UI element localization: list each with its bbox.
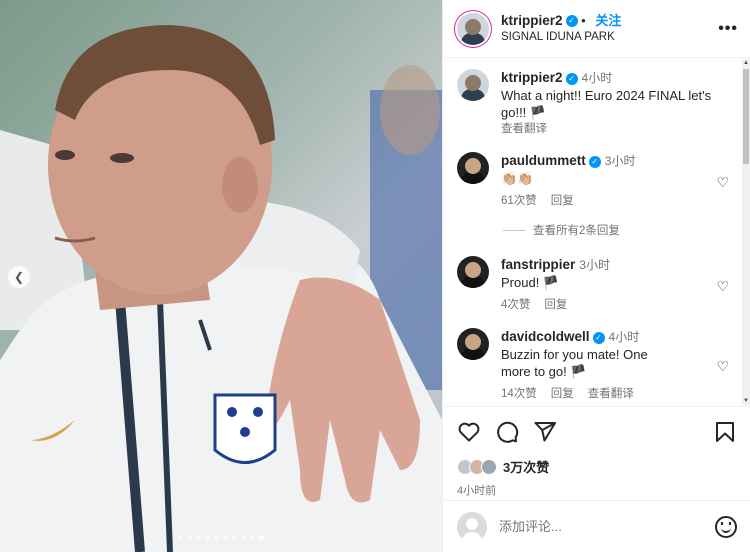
bookmark-icon[interactable] <box>713 420 737 444</box>
view-replies-link[interactable]: 查看所有2条回复 <box>503 222 729 238</box>
post-actions: 3万次赞 4小时前 <box>443 406 750 498</box>
comment-icon[interactable] <box>495 420 519 444</box>
author-avatar[interactable] <box>457 12 489 45</box>
comment-username[interactable]: ktrippier2 <box>501 70 563 85</box>
comment-likes[interactable]: 61次赞 <box>501 193 537 210</box>
comment-text: 👏🏼👏🏼 <box>501 171 534 186</box>
add-comment-bar <box>443 500 750 552</box>
post-location[interactable]: SIGNAL IDUNA PARK <box>501 29 718 45</box>
comments-scrollbar[interactable]: ▲ ▼ <box>742 59 750 405</box>
comment-username[interactable]: davidcoldwell <box>501 329 590 344</box>
share-icon[interactable] <box>533 420 557 444</box>
carousel-dot-active <box>259 535 264 540</box>
player-photo <box>0 25 442 552</box>
avatar[interactable] <box>457 328 489 360</box>
comment-text: What a night!! Euro 2024 FINAL let's go!… <box>501 88 712 120</box>
comment-time[interactable]: 4小时 <box>582 71 613 85</box>
comment-item: fanstrippier 3小时 Proud! 🏴 4次赞 回复 ♡ <box>457 256 729 314</box>
comment-text: Proud! 🏴 <box>501 275 560 290</box>
carousel-dot <box>232 535 237 540</box>
post-detail-panel: ktrippier2 ✓ • 关注 SIGNAL IDUNA PARK ••• k… <box>442 0 750 552</box>
more-options-icon[interactable]: ••• <box>718 20 738 38</box>
likes-summary[interactable]: 3万次赞 <box>457 457 737 476</box>
like-comment-heart-icon[interactable]: ♡ <box>716 174 729 191</box>
translate-link[interactable]: 查看翻译 <box>501 121 729 138</box>
like-comment-heart-icon[interactable]: ♡ <box>716 358 729 375</box>
translate-link[interactable]: 查看翻译 <box>588 386 634 403</box>
verified-badge-icon: ✓ <box>565 15 578 28</box>
post-header: ktrippier2 ✓ • 关注 SIGNAL IDUNA PARK ••• <box>443 0 750 58</box>
like-comment-heart-icon[interactable]: ♡ <box>716 278 729 295</box>
avatar[interactable] <box>457 152 489 184</box>
author-info: ktrippier2 ✓ • 关注 SIGNAL IDUNA PARK <box>501 13 718 45</box>
likes-count[interactable]: 3万次赞 <box>503 457 549 476</box>
scroll-thumb[interactable] <box>743 69 749 164</box>
scroll-down-arrow-icon[interactable]: ▼ <box>742 397 750 405</box>
reply-button[interactable]: 回复 <box>544 297 567 314</box>
comment-time[interactable]: 3小时 <box>605 154 636 168</box>
carousel-dot <box>196 535 201 540</box>
verified-badge-icon: ✓ <box>592 331 605 344</box>
view-replies-label[interactable]: 查看所有2条回复 <box>533 222 620 238</box>
avatar[interactable] <box>457 69 489 101</box>
comment-likes[interactable]: 4次赞 <box>501 297 530 314</box>
emoji-icon[interactable] <box>715 515 737 538</box>
post-timestamp[interactable]: 4小时前 <box>457 482 737 498</box>
reply-button[interactable]: 回复 <box>551 193 574 210</box>
comment-username[interactable]: pauldummett <box>501 153 586 168</box>
verified-badge-icon: ✓ <box>588 155 601 168</box>
heart-icon[interactable] <box>457 420 481 444</box>
comment-item: pauldummett ✓ 3小时 👏🏼👏🏼 61次赞 回复 ♡ <box>457 152 729 210</box>
liker-avatar <box>481 458 497 475</box>
comment-text: Buzzin for you mate! One more to go! 🏴 <box>501 347 648 379</box>
carousel-indicator <box>0 535 442 540</box>
carousel-dot <box>178 535 183 540</box>
comment-time[interactable]: 4小时 <box>609 330 640 344</box>
comments-list[interactable]: ktrippier2 ✓ 4小时 What a night!! Euro 2024 … <box>443 59 743 405</box>
post-image[interactable]: ❮ <box>0 0 442 552</box>
caption: ktrippier2 ✓ 4小时 What a night!! Euro 2024 … <box>457 69 729 138</box>
comment-input[interactable] <box>499 519 715 534</box>
comment-likes[interactable]: 14次赞 <box>501 386 537 403</box>
carousel-dot <box>223 535 228 540</box>
carousel-dot <box>250 535 255 540</box>
follow-button[interactable]: 关注 <box>595 13 621 28</box>
scroll-up-arrow-icon[interactable]: ▲ <box>742 59 750 67</box>
carousel-dot <box>187 535 192 540</box>
carousel-dot <box>205 535 210 540</box>
avatar[interactable] <box>457 256 489 288</box>
carousel-dot <box>214 535 219 540</box>
comment-time[interactable]: 3小时 <box>579 258 610 272</box>
comment-item: davidcoldwell ✓ 4小时 Buzzin for you mate! O… <box>457 328 729 403</box>
previous-image-button[interactable]: ❮ <box>8 266 30 288</box>
reply-button[interactable]: 回复 <box>551 386 574 403</box>
carousel-dot <box>241 535 246 540</box>
verified-badge-icon: ✓ <box>565 72 578 85</box>
comment-username[interactable]: fanstrippier <box>501 257 575 272</box>
author-username[interactable]: ktrippier2 <box>501 13 563 28</box>
chevron-left-icon: ❮ <box>13 270 25 284</box>
current-user-avatar <box>457 511 487 542</box>
